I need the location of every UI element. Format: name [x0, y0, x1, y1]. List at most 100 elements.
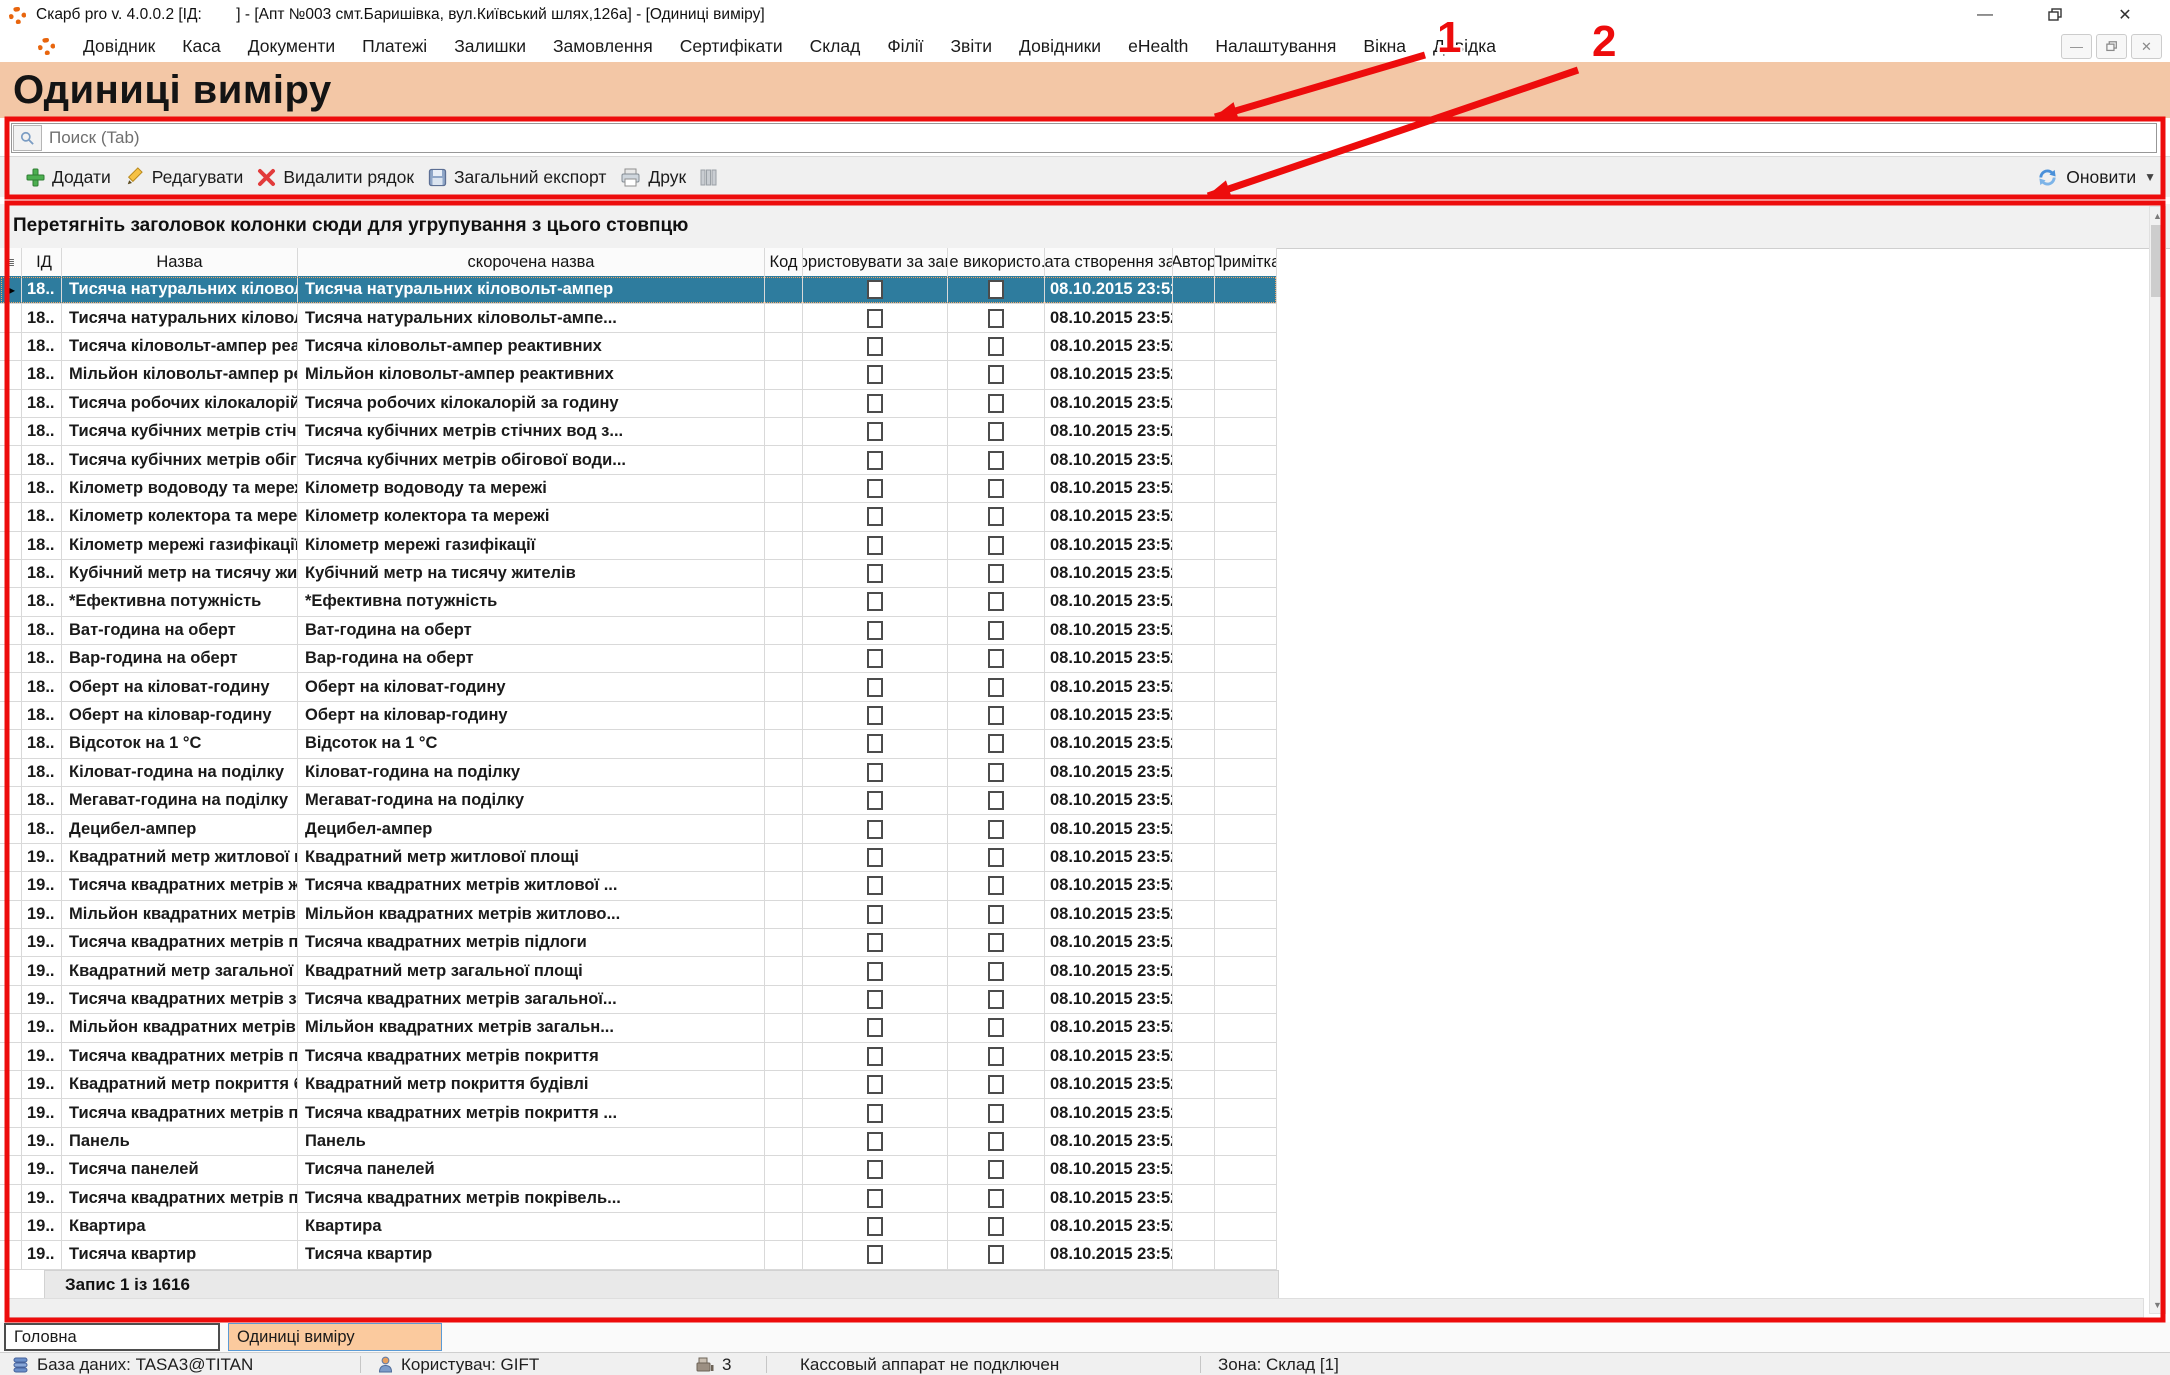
not-use-checkbox[interactable] — [988, 564, 1004, 583]
menu-item-9[interactable]: Звіти — [950, 36, 992, 57]
menu-item-7[interactable]: Склад — [810, 36, 861, 57]
mdi-close-button[interactable]: ✕ — [2131, 34, 2162, 59]
not-use-checkbox[interactable] — [988, 1160, 1004, 1179]
menu-item-10[interactable]: Довідники — [1019, 36, 1101, 57]
use-default-checkbox[interactable] — [867, 763, 883, 782]
menu-item-13[interactable]: Вікна — [1363, 36, 1406, 57]
use-default-checkbox[interactable] — [867, 706, 883, 725]
not-use-checkbox[interactable] — [988, 1018, 1004, 1037]
scroll-up-icon[interactable]: ▲ — [2150, 207, 2165, 224]
table-row[interactable]: 19.. Квадратний метр загальної площі Ква… — [0, 957, 1277, 985]
use-default-checkbox[interactable] — [867, 536, 883, 555]
table-row[interactable]: 19.. Тисяча квадратних метрів житлової .… — [0, 872, 1277, 900]
use-default-checkbox[interactable] — [867, 337, 883, 356]
not-use-checkbox[interactable] — [988, 933, 1004, 952]
header-id[interactable]: ІД — [22, 248, 62, 276]
not-use-checkbox[interactable] — [988, 422, 1004, 441]
table-row[interactable]: 18.. Вар-година на оберт Вар-година на о… — [0, 645, 1277, 673]
use-default-checkbox[interactable] — [867, 1018, 883, 1037]
use-default-checkbox[interactable] — [867, 507, 883, 526]
not-use-checkbox[interactable] — [988, 905, 1004, 924]
table-row[interactable]: 18.. Децибел-ампер Децибел-ампер 08.10.2… — [0, 815, 1277, 843]
table-row[interactable]: 19.. Панель Панель 08.10.2015 23:52:48 — [0, 1128, 1277, 1156]
not-use-checkbox[interactable] — [988, 763, 1004, 782]
table-row[interactable]: 19.. Тисяча квартир Тисяча квартир 08.10… — [0, 1241, 1277, 1269]
table-row[interactable]: 18.. Кіловат-година на поділку Кіловат-г… — [0, 759, 1277, 787]
use-default-checkbox[interactable] — [867, 791, 883, 810]
not-use-checkbox[interactable] — [988, 876, 1004, 895]
not-use-checkbox[interactable] — [988, 1104, 1004, 1123]
mdi-restore-button[interactable] — [2096, 34, 2127, 59]
not-use-checkbox[interactable] — [988, 990, 1004, 1009]
table-row[interactable]: ▶ 18.. Тисяча натуральних кіловольт-ампе… — [0, 276, 1277, 304]
table-row[interactable]: 18.. Оберт на кіловар-годину Оберт на кі… — [0, 702, 1277, 730]
delete-row-button[interactable]: Видалити рядок — [257, 167, 414, 188]
use-default-checkbox[interactable] — [867, 280, 883, 299]
not-use-checkbox[interactable] — [988, 337, 1004, 356]
table-row[interactable]: 19.. Тисяча квадратних метрів покриття .… — [0, 1099, 1277, 1127]
menu-item-6[interactable]: Сертифікати — [680, 36, 783, 57]
search-icon[interactable] — [13, 125, 42, 151]
menu-item-2[interactable]: Документи — [248, 36, 335, 57]
table-row[interactable]: 18.. Мільйон кіловольт-ампер реактивних … — [0, 361, 1277, 389]
minimize-button[interactable]: — — [1972, 0, 1998, 30]
table-row[interactable]: 19.. Тисяча панелей Тисяча панелей 08.10… — [0, 1156, 1277, 1184]
use-default-checkbox[interactable] — [867, 1160, 883, 1179]
use-default-checkbox[interactable] — [867, 479, 883, 498]
not-use-checkbox[interactable] — [988, 820, 1004, 839]
table-row[interactable]: 19.. Тисяча квадратних метрів покрівель.… — [0, 1185, 1277, 1213]
use-default-checkbox[interactable] — [867, 592, 883, 611]
not-use-checkbox[interactable] — [988, 592, 1004, 611]
add-button[interactable]: Додати — [26, 167, 111, 188]
use-default-checkbox[interactable] — [867, 422, 883, 441]
not-use-checkbox[interactable] — [988, 1132, 1004, 1151]
use-default-checkbox[interactable] — [867, 649, 883, 668]
columns-button[interactable] — [700, 169, 717, 186]
menu-item-0[interactable]: Довідник — [83, 36, 155, 57]
scrollbar-thumb[interactable] — [2151, 225, 2164, 297]
table-row[interactable]: 19.. Квартира Квартира 08.10.2015 23:52:… — [0, 1213, 1277, 1241]
table-row[interactable]: 18.. Тисяча кубічних метрів стічних вод … — [0, 418, 1277, 446]
use-default-checkbox[interactable] — [867, 848, 883, 867]
table-row[interactable]: 18.. Кілометр водоводу та мережі Кіломет… — [0, 475, 1277, 503]
use-default-checkbox[interactable] — [867, 734, 883, 753]
refresh-button[interactable]: Оновити ▼ — [2037, 157, 2156, 197]
use-default-checkbox[interactable] — [867, 451, 883, 470]
use-default-checkbox[interactable] — [867, 1104, 883, 1123]
menu-item-8[interactable]: Філії — [887, 36, 923, 57]
use-default-checkbox[interactable] — [867, 678, 883, 697]
table-row[interactable]: 18.. Тисяча кубічних метрів обігової вод… — [0, 446, 1277, 474]
table-row[interactable]: 19.. Квадратний метр покриття будівлі Кв… — [0, 1071, 1277, 1099]
table-row[interactable]: 18.. *Ефективна потужність *Ефективна по… — [0, 588, 1277, 616]
close-button[interactable]: ✕ — [2112, 0, 2138, 30]
not-use-checkbox[interactable] — [988, 848, 1004, 867]
use-default-checkbox[interactable] — [867, 933, 883, 952]
header-note[interactable]: Примітка — [1215, 248, 1277, 276]
header-short-name[interactable]: скорочена назва — [298, 248, 765, 276]
use-default-checkbox[interactable] — [867, 820, 883, 839]
use-default-checkbox[interactable] — [867, 990, 883, 1009]
use-default-checkbox[interactable] — [867, 1047, 883, 1066]
use-default-checkbox[interactable] — [867, 1075, 883, 1094]
not-use-checkbox[interactable] — [988, 791, 1004, 810]
use-default-checkbox[interactable] — [867, 1189, 883, 1208]
print-button[interactable]: Друк — [620, 167, 686, 188]
edit-button[interactable]: Редагувати — [125, 167, 244, 188]
not-use-checkbox[interactable] — [988, 1245, 1004, 1264]
menu-item-14[interactable]: Довідка — [1433, 36, 1496, 57]
header-code[interactable]: Код — [765, 248, 803, 276]
table-row[interactable]: 19.. Мільйон квадратних метрів житлово..… — [0, 901, 1277, 929]
not-use-checkbox[interactable] — [988, 649, 1004, 668]
table-row[interactable]: 18.. Ват-година на оберт Ват-година на о… — [0, 617, 1277, 645]
header-author[interactable]: Автор — [1173, 248, 1215, 276]
menu-item-12[interactable]: Налаштування — [1215, 36, 1336, 57]
not-use-checkbox[interactable] — [988, 1075, 1004, 1094]
table-row[interactable]: 18.. Кубічний метр на тисячу жителів Куб… — [0, 560, 1277, 588]
table-row[interactable]: 18.. Кілометр мережі газифікації Кіломет… — [0, 532, 1277, 560]
mdi-minimize-button[interactable]: — — [2061, 34, 2092, 59]
use-default-checkbox[interactable] — [867, 1132, 883, 1151]
table-row[interactable]: 18.. Оберт на кіловат-годину Оберт на кі… — [0, 673, 1277, 701]
vertical-scrollbar[interactable]: ▲ ▼ — [2149, 206, 2166, 1314]
restore-button[interactable] — [2042, 0, 2068, 30]
table-row[interactable]: 19.. Тисяча квадратних метрів підлоги Ти… — [0, 929, 1277, 957]
